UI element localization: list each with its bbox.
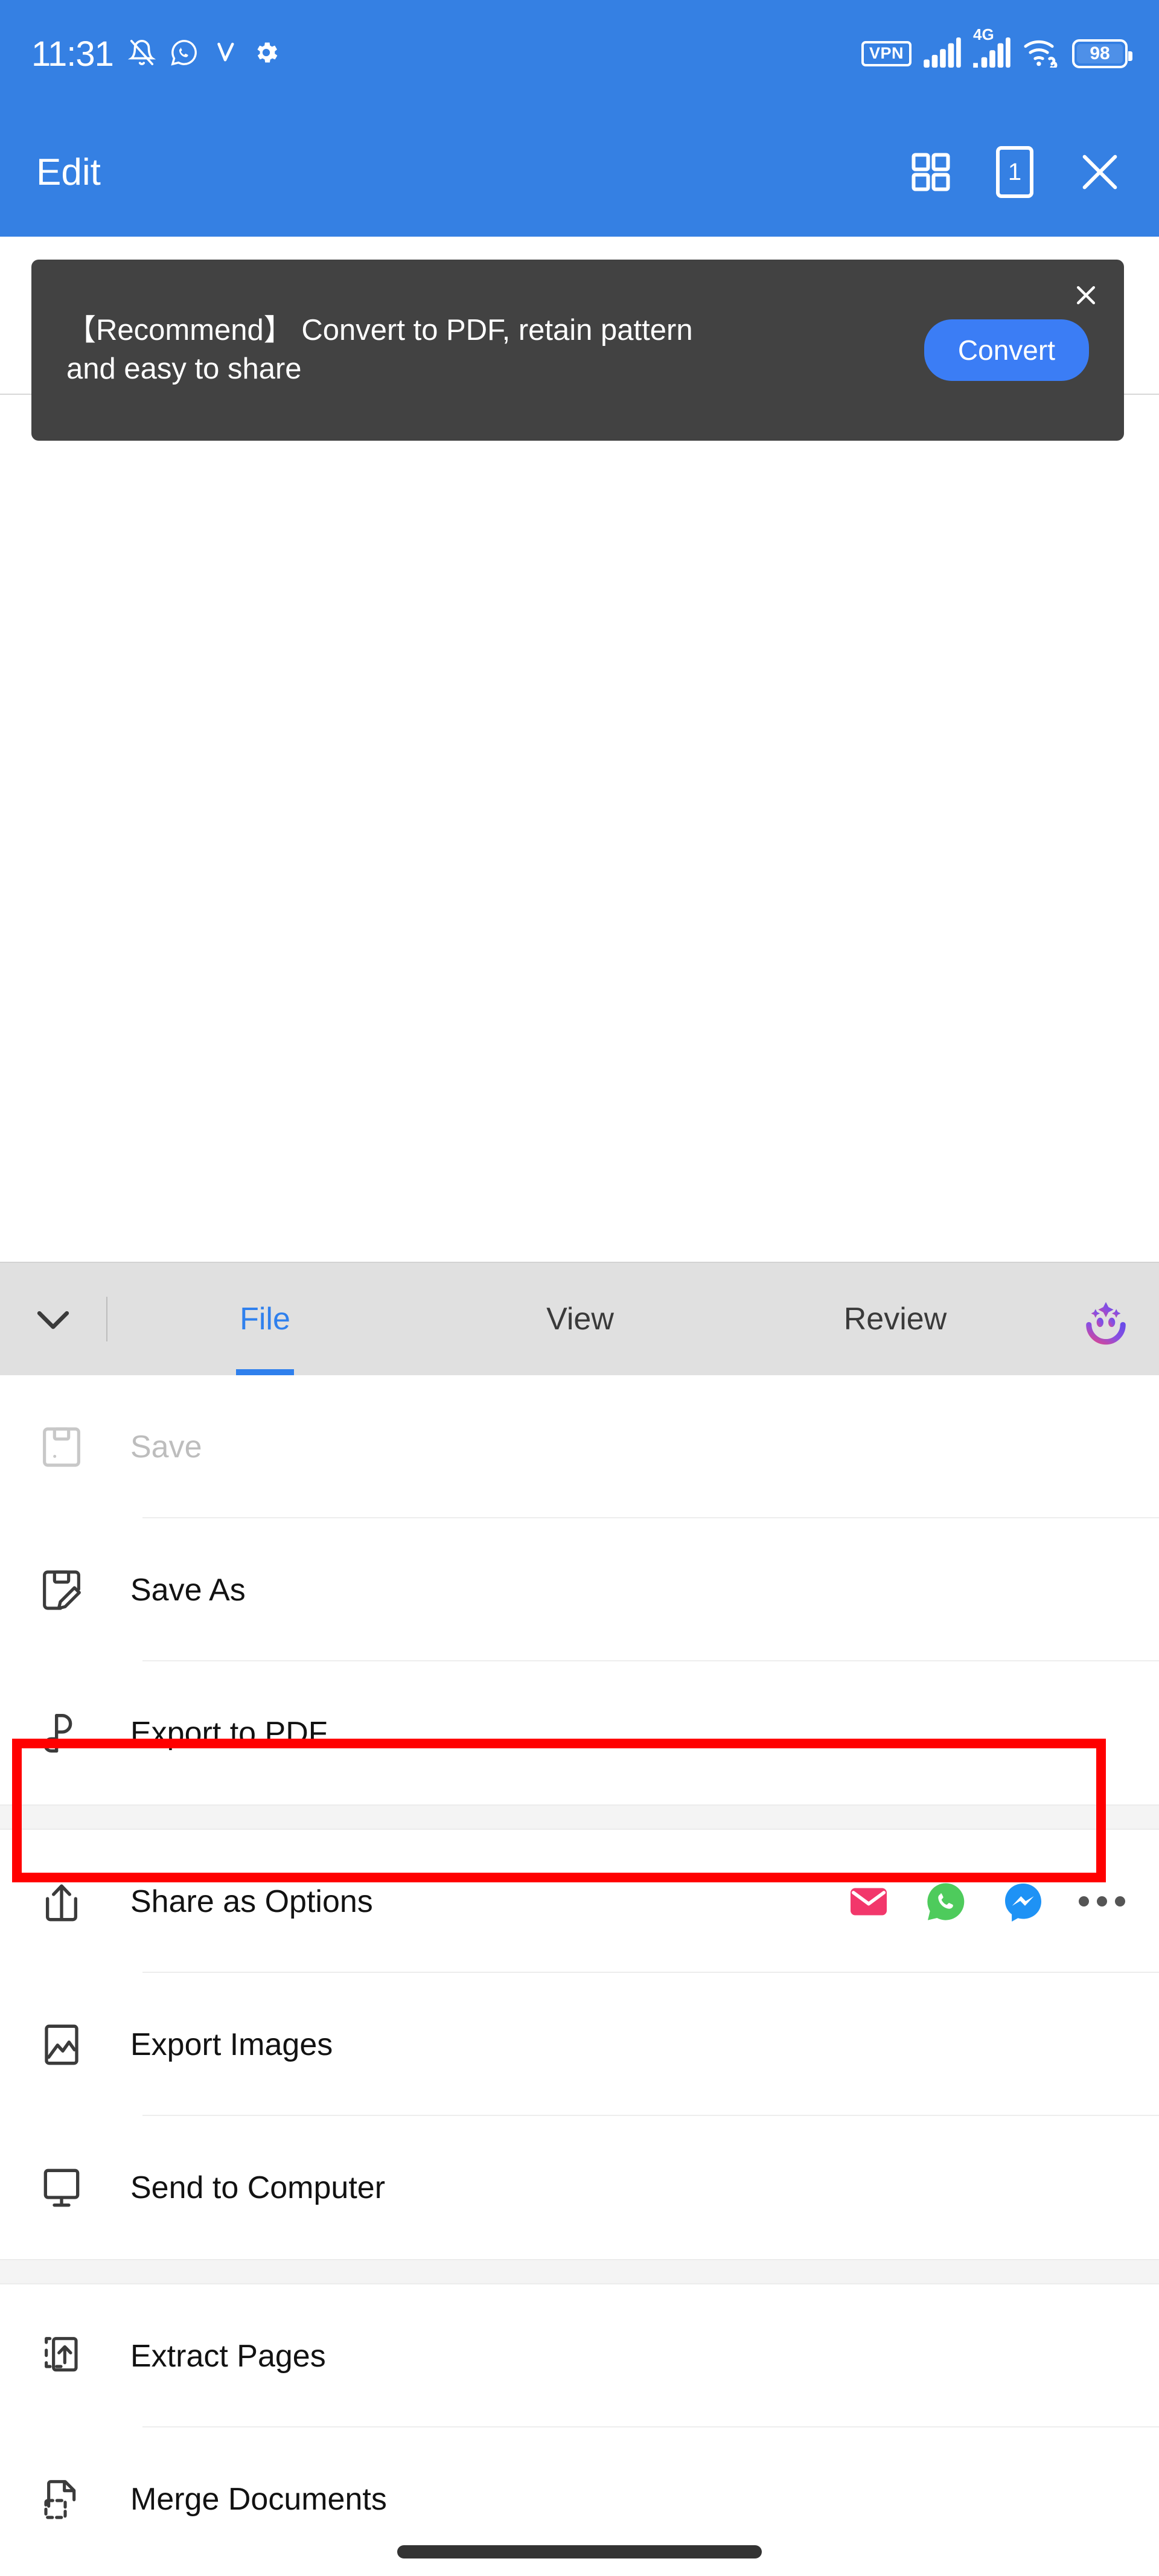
tab-view-label: View [546,1302,614,1337]
file-menu-list: Save Save As Export to PDF Share as Opti… [0,1375,1159,2571]
recommend-banner: 【Recommend】 Convert to PDF, retain patte… [31,260,1124,441]
menu-section-divider-2 [0,2259,1159,2284]
menu-item-export-to-pdf-label: Export to PDF [130,1715,328,1751]
menu-item-export-to-pdf[interactable]: Export to PDF [0,1661,1159,1804]
menu-item-save[interactable]: Save [0,1375,1159,1518]
home-indicator [397,2545,762,2558]
menu-item-send-to-computer[interactable]: Send to Computer [0,2116,1159,2259]
banner-message: 【Recommend】 Convert to PDF, retain patte… [66,314,693,385]
page-title: Edit [36,151,101,193]
signal-bars-4g-icon: 4G [973,25,1011,71]
more-dots-icon[interactable] [1079,1896,1125,1906]
image-export-icon [37,2021,105,2069]
status-time: 11:31 [31,34,114,74]
convert-button[interactable]: Convert [924,319,1089,381]
status-bar-left: 11:31 [31,34,280,74]
save-disk-icon [37,1423,105,1471]
network-type-label: 4G [973,25,994,43]
menu-item-save-label: Save [130,1429,202,1465]
menu-item-extract-pages-label: Extract Pages [130,2338,326,2374]
menu-item-extract-pages[interactable]: Extract Pages [0,2284,1159,2427]
whatsapp-icon[interactable] [924,1880,968,1923]
battery-level: 98 [1090,43,1110,63]
tab-review-label: Review [843,1302,947,1337]
share-target-icons [847,1880,1125,1923]
share-arrow-icon [37,1878,105,1926]
app-header: Edit 1 [0,107,1159,237]
menu-item-export-images[interactable]: Export Images [0,1973,1159,2116]
messenger-icon[interactable] [1001,1880,1045,1923]
menu-item-share-as-options[interactable]: Share as Options [0,1830,1159,1973]
merge-documents-icon [37,2475,105,2523]
close-icon[interactable] [1077,149,1123,195]
ribbon-tabs: File View Review [107,1262,1053,1376]
menu-item-send-to-computer-label: Send to Computer [130,2170,386,2205]
menu-item-export-images-label: Export Images [130,2027,333,2062]
menu-item-share-as-options-label: Share as Options [130,1884,373,1919]
menu-item-merge-documents-label: Merge Documents [130,2481,387,2517]
menu-item-save-as-label: Save As [130,1572,246,1608]
page-count-value: 1 [1007,158,1022,185]
whatsapp-icon [170,39,198,69]
status-bar: 11:31 VPN 4G 98 [0,0,1159,107]
signal-bars-icon [924,37,961,71]
checkmark-icon [212,39,238,69]
status-bar-right: VPN 4G 98 [861,25,1132,71]
wifi-link-icon [1023,37,1060,71]
tab-file[interactable]: File [107,1262,423,1376]
ribbon-tabbar: File View Review [0,1262,1159,1375]
header-actions: 1 [909,146,1123,198]
save-as-disk-icon [37,1566,105,1614]
monitor-icon [37,2164,105,2212]
vpn-badge: VPN [861,41,912,66]
gear-icon [252,39,280,69]
extract-pages-icon [37,2332,105,2380]
page-count-badge[interactable]: 1 [996,146,1033,198]
menu-item-save-as[interactable]: Save As [0,1518,1159,1661]
menu-section-divider-1 [0,1804,1159,1830]
bell-muted-icon [127,39,156,69]
chevron-down-icon[interactable] [0,1296,106,1343]
tab-file-label: File [240,1302,290,1337]
email-icon[interactable] [847,1880,890,1923]
ai-sparkle-face-icon[interactable] [1053,1293,1159,1345]
battery-icon: 98 [1072,39,1132,68]
tab-view[interactable]: View [423,1262,738,1376]
pdf-export-icon [37,1709,105,1757]
grid-view-icon[interactable] [909,150,953,194]
banner-close-icon[interactable] [1064,273,1108,318]
tab-review[interactable]: Review [738,1262,1053,1376]
bottom-panel: File View Review Save Save As Export to … [0,1262,1159,2576]
